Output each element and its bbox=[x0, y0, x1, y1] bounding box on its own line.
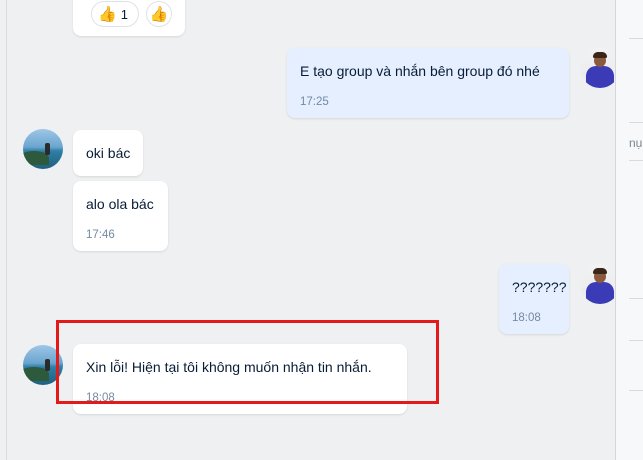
avatar[interactable] bbox=[23, 345, 63, 385]
avatar[interactable] bbox=[23, 129, 63, 169]
avatar-scenery-figure bbox=[45, 143, 50, 155]
avatar[interactable] bbox=[580, 264, 620, 304]
avatar[interactable] bbox=[580, 48, 620, 88]
reaction-count: 1 bbox=[120, 6, 128, 22]
right-panel-edge: nụ bbox=[615, 0, 643, 460]
message-bubble-incoming[interactable]: Xin lỗi! Hiện tại tôi không muốn nhận ti… bbox=[73, 344, 407, 414]
message-text: ??????? bbox=[512, 279, 567, 295]
thumbs-up-icon: 👍 bbox=[98, 5, 117, 23]
add-reaction-button[interactable]: 👍 bbox=[146, 1, 172, 27]
panel-divider bbox=[629, 390, 643, 391]
message-time: 17:46 bbox=[86, 229, 115, 241]
avatar-person-hair bbox=[593, 268, 607, 274]
message-text: Xin lỗi! Hiện tại tôi không muốn nhận ti… bbox=[86, 359, 372, 375]
chat-message-list[interactable]: 👍 1 👍 E tạo group và nhắn bên group đó n… bbox=[6, 0, 620, 460]
thumbs-up-icon: 👍 bbox=[149, 5, 169, 23]
message-text: alo ola bác bbox=[86, 196, 154, 212]
panel-divider bbox=[629, 340, 643, 341]
panel-divider bbox=[629, 298, 643, 299]
panel-divider bbox=[629, 160, 643, 161]
message-bubble-incoming[interactable]: alo ola bác 17:46 bbox=[73, 181, 168, 251]
message-text: E tạo group và nhắn bên group đó nhé bbox=[300, 63, 540, 79]
message-time: 17:25 bbox=[300, 96, 329, 108]
avatar-person-shirt bbox=[586, 66, 614, 88]
avatar-person-shirt bbox=[586, 282, 614, 304]
avatar-person-hair bbox=[593, 52, 607, 58]
reaction-count-pill[interactable]: 👍 1 bbox=[91, 1, 139, 27]
message-bubble-incoming[interactable]: oki bác bbox=[73, 130, 143, 176]
message-bubble-outgoing[interactable]: ??????? 18:08 bbox=[499, 264, 569, 334]
message-time: 18:08 bbox=[86, 392, 115, 404]
avatar-scenery-figure bbox=[45, 359, 50, 371]
message-bubble-outgoing[interactable]: E tạo group và nhắn bên group đó nhé 17:… bbox=[287, 48, 569, 118]
panel-text-fragment: nụ bbox=[629, 136, 643, 150]
panel-divider bbox=[629, 38, 643, 39]
panel-divider bbox=[629, 122, 643, 123]
message-text: oki bác bbox=[86, 145, 131, 161]
message-time: 18:08 bbox=[512, 312, 541, 324]
